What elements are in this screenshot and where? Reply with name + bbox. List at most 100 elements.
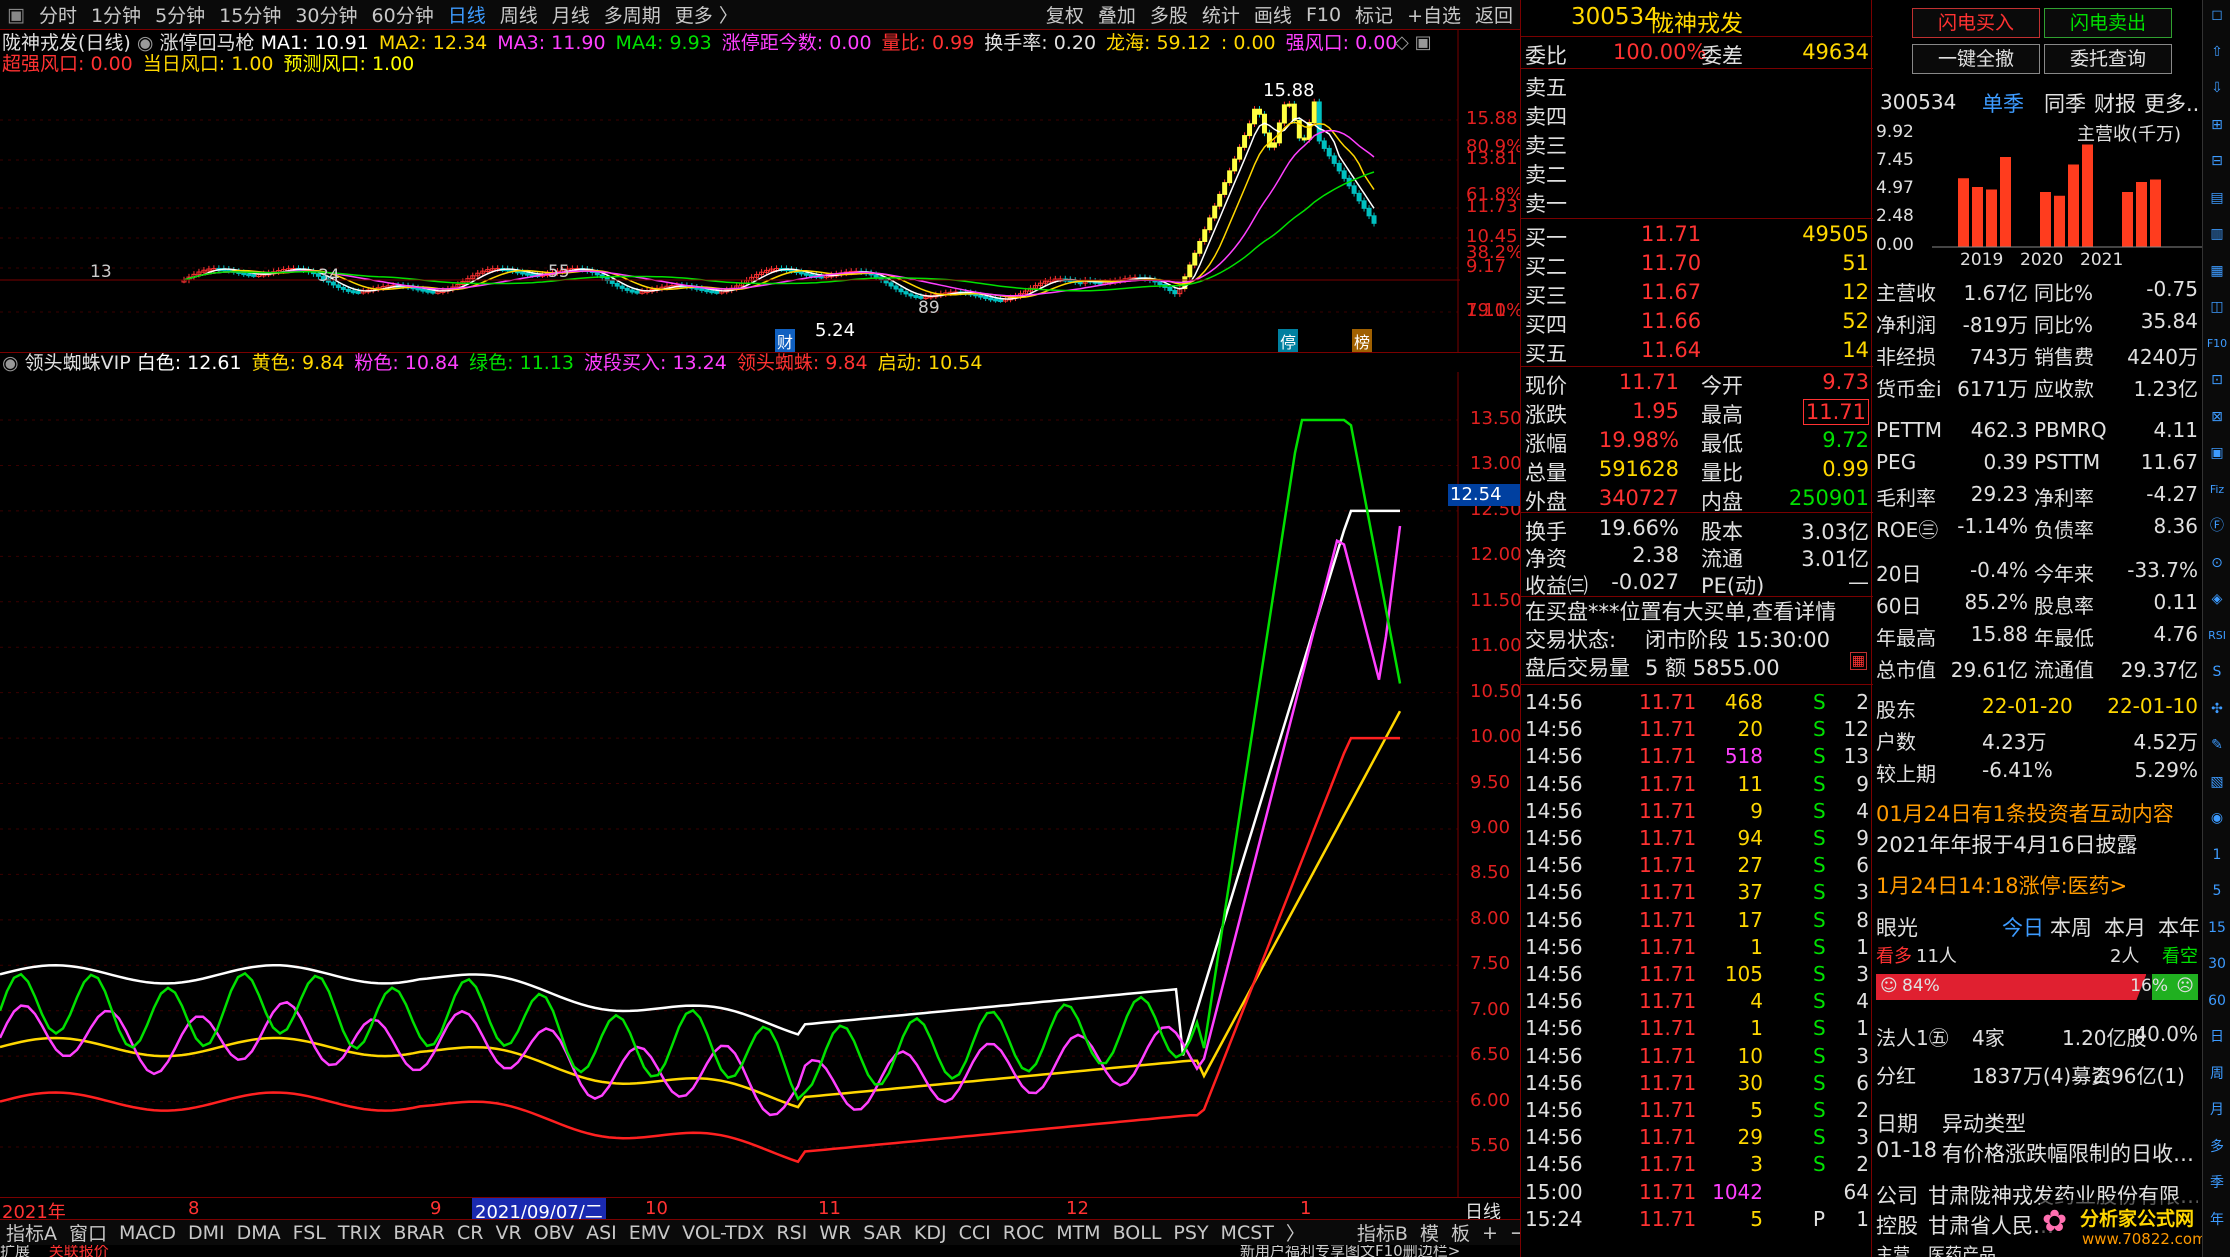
rank-tag[interactable]: 榜 xyxy=(1352,329,1373,353)
indicator-tab[interactable]: 指标B xyxy=(1351,1219,1414,1246)
candlestick-chart[interactable] xyxy=(0,30,1520,352)
sidebar-icon[interactable]: ◈ xyxy=(2206,588,2228,610)
eye-tab-today[interactable]: 今日 xyxy=(2002,912,2044,942)
status-promo[interactable]: 新用户福利专享图文F10删边栏> xyxy=(1240,1245,1460,1257)
indicator-tab[interactable]: 板 xyxy=(1445,1219,1476,1246)
period-tab[interactable]: 更多 〉 xyxy=(668,1,745,28)
eye-tab-week[interactable]: 本周 xyxy=(2050,912,2092,942)
indicator-tab[interactable]: 指标A xyxy=(0,1219,63,1246)
sidebar-icon[interactable]: RSI xyxy=(2206,625,2228,647)
spider-indicator-chart[interactable] xyxy=(0,372,1520,1197)
sidebar-icon[interactable]: ⊡ xyxy=(2206,369,2228,391)
period-tab[interactable]: 1分钟 xyxy=(84,1,148,28)
cancel-all-button[interactable]: 一键全撤 xyxy=(1912,44,2040,74)
period-tab[interactable]: 分时 xyxy=(32,1,84,28)
notice-row[interactable]: 在买盘***位置有大买单,查看详情 xyxy=(1521,596,1873,624)
tab-report[interactable]: 财报 xyxy=(2094,88,2136,118)
sidebar-icon[interactable]: 周 xyxy=(2206,1063,2228,1085)
indicator-tab[interactable]: ROC xyxy=(997,1222,1050,1244)
indicator-tab[interactable]: CR xyxy=(451,1222,489,1244)
sidebar-icon[interactable]: 15 xyxy=(2206,917,2228,939)
sidebar-icon[interactable]: ⊞ xyxy=(2206,114,2228,136)
sidebar-icon[interactable]: ▧ xyxy=(2206,771,2228,793)
news-report-date[interactable]: 2021年年报于4月16日披露 xyxy=(1876,829,2138,859)
finance-tag[interactable]: 财 xyxy=(775,329,796,353)
news-limit-up[interactable]: 1月24日14:18涨停:医药> xyxy=(1876,870,2127,900)
action-button[interactable]: +自选 xyxy=(1400,1,1468,28)
indicator-tab[interactable]: 窗口 xyxy=(63,1219,113,1246)
status-expand[interactable]: 扩展 xyxy=(0,1245,30,1257)
indicator-tab[interactable]: OBV xyxy=(528,1222,580,1244)
action-button[interactable]: 叠加 xyxy=(1091,1,1143,28)
menu-icon[interactable]: ▣ xyxy=(0,4,32,26)
indicator-tab[interactable]: VR xyxy=(489,1222,527,1244)
indicator-tab[interactable]: DMI xyxy=(182,1222,231,1244)
indicator-tab[interactable]: VOL-TDX xyxy=(676,1222,770,1244)
action-button[interactable]: 返回 xyxy=(1468,1,1520,28)
indicator-tab[interactable]: BOLL xyxy=(1107,1222,1168,1244)
flash-buy-button[interactable]: 闪电买入 xyxy=(1912,8,2040,38)
action-button[interactable]: 画线 xyxy=(1247,1,1299,28)
sidebar-icon[interactable]: ✣ xyxy=(2206,698,2228,720)
sidebar-icon[interactable]: S xyxy=(2206,661,2228,683)
sidebar-icon[interactable]: Ⓕ xyxy=(2206,515,2228,537)
period-tab[interactable]: 月线 xyxy=(545,1,597,28)
indicator-tab[interactable]: CCI xyxy=(953,1222,997,1244)
indicator-tab[interactable]: PSY xyxy=(1167,1222,1214,1244)
indicator-tab[interactable]: + xyxy=(1476,1222,1504,1244)
indicator-tab[interactable]: 模 xyxy=(1414,1219,1445,1246)
event-text[interactable]: 有价格涨跌幅限制的日收… xyxy=(1942,1138,2198,1168)
action-button[interactable]: 多股 xyxy=(1143,1,1195,28)
period-tab[interactable]: 15分钟 xyxy=(212,1,288,28)
indicator-tab[interactable]: MACD xyxy=(113,1222,182,1244)
indicator-tab[interactable]: BRAR xyxy=(387,1222,451,1244)
sidebar-icon[interactable]: 日 xyxy=(2206,1026,2228,1048)
sidebar-icon[interactable]: 60 xyxy=(2206,990,2228,1012)
sidebar-icon[interactable]: ⊟ xyxy=(2206,150,2228,172)
eye-tab-month[interactable]: 本月 xyxy=(2104,912,2146,942)
indicator-tab[interactable]: MCST xyxy=(1215,1222,1280,1244)
sidebar-icon[interactable]: ⊠ xyxy=(2206,406,2228,428)
order-query-button[interactable]: 委托查询 xyxy=(2044,44,2172,74)
indicator-tab[interactable]: WR xyxy=(813,1222,857,1244)
indicator-tab[interactable]: EMV xyxy=(623,1222,676,1244)
sidebar-icon[interactable]: ◉ xyxy=(2206,807,2228,829)
indicator-tab[interactable]: DMA xyxy=(231,1222,287,1244)
sidebar-icon[interactable]: F10 xyxy=(2206,333,2228,355)
indicator-tab[interactable]: ASI xyxy=(580,1222,623,1244)
sidebar-icon[interactable]: 年 xyxy=(2206,1209,2228,1231)
sidebar-icon[interactable]: ▤ xyxy=(2206,187,2228,209)
status-related-quote[interactable]: 关联报价 xyxy=(49,1245,109,1257)
limit-up-tag[interactable]: 停 xyxy=(1278,329,1299,353)
indicator-tab[interactable]: RSI xyxy=(770,1222,813,1244)
period-tab[interactable]: 60分钟 xyxy=(365,1,441,28)
indicator-tab[interactable]: MTM xyxy=(1050,1222,1106,1244)
detail-icon[interactable]: ▦ xyxy=(1849,652,1867,670)
tab-single-quarter[interactable]: 单季 xyxy=(1982,88,2024,118)
sidebar-icon[interactable]: 1 xyxy=(2206,844,2228,866)
sidebar-icon[interactable]: 季 xyxy=(2206,1172,2228,1194)
indicator-tab[interactable]: 〉 xyxy=(1280,1219,1311,1246)
action-button[interactable]: 标记 xyxy=(1348,1,1400,28)
period-tab[interactable]: 周线 xyxy=(493,1,545,28)
indicator-tab[interactable]: SAR xyxy=(857,1222,908,1244)
sub-formula-toggle-icon[interactable]: ◉ xyxy=(2,352,25,374)
sidebar-icon[interactable]: ⊙ xyxy=(2206,552,2228,574)
period-tab-selected[interactable]: 日线 xyxy=(441,1,493,28)
indicator-tab[interactable]: FSL xyxy=(287,1222,332,1244)
sidebar-icon[interactable]: ◻ xyxy=(2206,4,2228,26)
sidebar-icon[interactable]: ⇧ xyxy=(2206,41,2228,63)
sidebar-icon[interactable]: ⇩ xyxy=(2206,77,2228,99)
flash-sell-button[interactable]: 闪电卖出 xyxy=(2044,8,2172,38)
sidebar-icon[interactable]: 5 xyxy=(2206,880,2228,902)
sidebar-icon[interactable]: 30 xyxy=(2206,953,2228,975)
action-button[interactable]: 统计 xyxy=(1195,1,1247,28)
action-button[interactable]: F10 xyxy=(1299,4,1348,26)
sidebar-icon[interactable]: ▣ xyxy=(2206,442,2228,464)
indicator-tab[interactable]: TRIX xyxy=(332,1222,387,1244)
sidebar-icon[interactable]: ▦ xyxy=(2206,260,2228,282)
period-tab[interactable]: 多周期 xyxy=(597,1,668,28)
action-button[interactable]: 复权 xyxy=(1039,1,1091,28)
sidebar-icon[interactable]: 月 xyxy=(2206,1099,2228,1121)
sidebar-icon[interactable]: ✎ xyxy=(2206,734,2228,756)
